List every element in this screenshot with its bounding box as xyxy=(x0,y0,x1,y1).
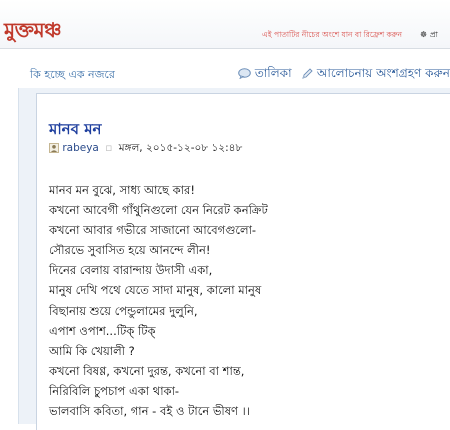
discuss-link-label: আলোচনায় অংশগ্রহণ করুন xyxy=(316,66,450,80)
discuss-link[interactable]: আলোচনায় অংশগ্রহণ করুন xyxy=(301,65,450,85)
poem-line: আমি কি খেয়ালী ? xyxy=(49,343,135,358)
site-header: মুক্তমঞ্চ এই পাতাটির নীচের অংশে যান বা র… xyxy=(0,0,450,49)
post-meta: rabeya ▫ মঙ্গল, ২০১৫-১২-০৮ ১২:৪৮ xyxy=(49,141,242,158)
poem-line: বিছানায় শুয়ে পেন্ডুলামের দুলুনি, xyxy=(49,303,198,318)
post-author[interactable]: rabeya xyxy=(62,142,99,154)
content-panel: মানব মন rabeya ▫ মঙ্গল, ২০১৫-১২-০৮ ১২:৪৮… xyxy=(18,88,450,430)
list-link-label: তালিকা xyxy=(254,66,292,80)
poem-line: সৌরভে সুবাসিত হয়ে আনন্দে লীন! xyxy=(49,243,211,258)
poem-line: মানব মন বুঝে, সাধ্য আছে কার! xyxy=(49,183,195,197)
post-timestamp: মঙ্গল, ২০১৫-১২-০৮ ১২:৪৮ xyxy=(118,142,243,154)
pencil-icon xyxy=(302,67,313,79)
poem-line: মানুষ দেখি পথে যেতে সাদা মানুষ, কালো মান… xyxy=(49,283,262,298)
content-toolbar: কি হচ্ছে এক নজরে তালিকা আলোচনায় অংশগ্রহ… xyxy=(18,60,450,86)
post-body: মানব মন বুঝে, সাধ্য আছে কার! কখনো আবেগী … xyxy=(49,180,449,421)
poem-line: নিরিবিলি চুপচাপ একা থাকা- xyxy=(49,383,180,398)
whats-happening-link[interactable]: কি হচ্ছে এক নজরে xyxy=(30,66,115,85)
speech-bubble-icon xyxy=(238,68,251,79)
user-icon xyxy=(49,143,59,153)
poem-line: কখনো বিষণ্ণ, কখনো দুরন্ত, কখনো বা শান্ত, xyxy=(49,363,245,378)
post-card: মানব মন rabeya ▫ মঙ্গল, ২০১৫-১২-০৮ ১২:৪৮… xyxy=(36,93,450,430)
site-logo[interactable]: মুক্তমঞ্চ xyxy=(4,16,62,49)
poem-line: কখনো আবার গভীরে সাজানো আবেগগুলো- xyxy=(49,223,257,238)
poem-line: কখনো আবেগী গাঁথুনিগুলো যেন নিরেট কনক্রিট xyxy=(49,203,268,218)
refresh-notice: এই পাতাটির নীচের অংশে যান বা রিফ্রেশ করু… xyxy=(262,30,402,39)
poem-line: এপাশ ওপাশ...টিক্ টিক্ xyxy=(49,323,156,338)
poem-line: ভালবাসি কবিতা, গান - বই ও টানে ভীষণ ।। xyxy=(49,404,250,419)
header-extra-link[interactable]: ☸ প্রা xyxy=(420,29,438,42)
meta-separator: ▫ xyxy=(105,142,113,154)
poem-line: দিনের বেলায় বারান্দায় উদাসী একা, xyxy=(49,263,213,278)
list-link[interactable]: তালিকা xyxy=(238,65,292,85)
post-title[interactable]: মানব মন xyxy=(49,118,102,143)
